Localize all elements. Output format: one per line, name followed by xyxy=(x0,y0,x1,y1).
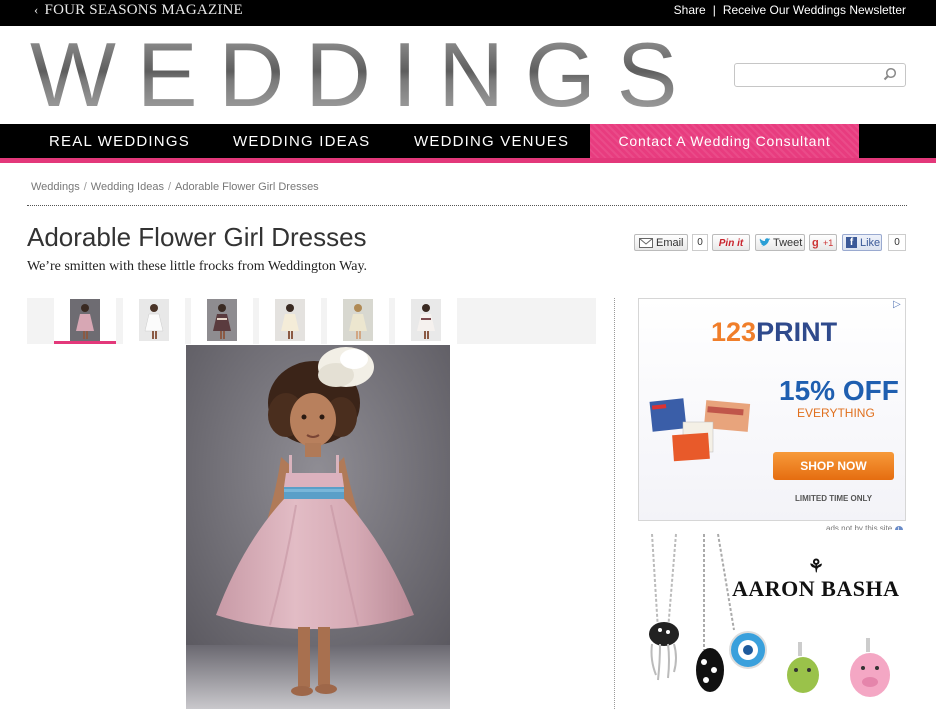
thumbnail-image xyxy=(207,299,237,341)
main-gallery-photo[interactable] xyxy=(186,345,450,709)
nav-real-weddings[interactable]: REAL WEDDINGS xyxy=(49,133,190,150)
google-icon: g xyxy=(812,237,819,249)
breadcrumb: Weddings / Wedding Ideas / Adorable Flower G… xyxy=(31,181,319,193)
google-plus-button[interactable]: g +1 xyxy=(809,234,837,251)
email-share-button[interactable]: Email xyxy=(634,234,688,251)
search-icon[interactable] xyxy=(883,67,897,81)
jewelry-charms-image: ⚘ xyxy=(649,533,890,697)
svg-text:⚘: ⚘ xyxy=(808,556,824,576)
ad-brand-suffix: PRINT xyxy=(756,317,838,347)
weddings-logo[interactable]: WEDDINGS xyxy=(30,30,699,122)
like-label: Like xyxy=(860,237,881,249)
ad-cards-image xyxy=(649,398,751,462)
facebook-icon: f xyxy=(846,237,857,248)
gplus-label: +1 xyxy=(823,238,834,248)
breadcrumb-current: Adorable Flower Girl Dresses xyxy=(175,181,319,193)
ad-brand: 123PRINT xyxy=(711,317,838,347)
top-links: Share | Receive Our Weddings Newsletter xyxy=(674,3,906,17)
page-title: Adorable Flower Girl Dresses xyxy=(27,222,367,252)
divider xyxy=(27,205,907,206)
thumbnail-2[interactable] xyxy=(123,298,185,344)
advertisement-123print[interactable]: 123PRINT 15% OFF EVERYTHING SHOP NOW LIM… xyxy=(638,298,906,521)
top-bar: ‹ FOUR SEASONS MAGAZINE Share | Receive Our… xyxy=(0,0,936,26)
thumbnail-1[interactable] xyxy=(54,298,116,344)
twitter-bird-icon xyxy=(759,238,771,247)
email-label: Email xyxy=(656,237,684,249)
shop-now-button[interactable]: SHOP NOW xyxy=(773,452,894,480)
newsletter-link[interactable]: Receive Our Weddings Newsletter xyxy=(723,3,906,17)
thumbnail-image xyxy=(70,299,100,341)
search-input[interactable] xyxy=(741,64,881,86)
contact-consultant-button[interactable]: Contact A Wedding Consultant xyxy=(590,124,859,158)
back-to-magazine-link[interactable]: ‹ FOUR SEASONS MAGAZINE xyxy=(34,2,243,19)
ad-offer-sub: EVERYTHING xyxy=(797,406,875,420)
back-label: FOUR SEASONS MAGAZINE xyxy=(44,2,243,18)
envelope-icon xyxy=(639,238,653,248)
thumbnail-image xyxy=(139,299,169,341)
gallery-thumbnails xyxy=(27,298,596,344)
divider: | xyxy=(712,3,716,17)
chevron-left-icon: ‹ xyxy=(34,2,39,17)
adchoices-icon[interactable]: ▷ xyxy=(893,299,901,310)
flower-girl-dress-image xyxy=(186,345,450,709)
like-count: 0 xyxy=(888,234,906,251)
breadcrumb-weddings[interactable]: Weddings xyxy=(31,181,80,193)
thumbnail-3[interactable] xyxy=(191,298,253,344)
tweet-label: Tweet xyxy=(773,237,803,249)
ad-offer: 15% OFF xyxy=(779,375,899,406)
advertisement-aaron-basha[interactable]: ⚘ AARON BASHA xyxy=(638,530,906,709)
thumbnail-4[interactable] xyxy=(259,298,321,344)
aaron-basha-logo: AARON BASHA xyxy=(732,576,900,601)
tweet-button[interactable]: Tweet xyxy=(755,234,805,251)
search-box[interactable] xyxy=(734,63,906,87)
pinterest-button[interactable]: Pin it xyxy=(712,234,750,251)
facebook-like-button[interactable]: f Like xyxy=(842,234,882,251)
thumbnail-image xyxy=(343,299,373,341)
page-subtitle: We’re smitten with these little frocks f… xyxy=(27,259,368,274)
main-nav: REAL WEDDINGS WEDDING IDEAS WEDDING VENU… xyxy=(0,124,936,163)
share-link[interactable]: Share xyxy=(674,3,706,17)
thumbnail-6[interactable] xyxy=(395,298,457,344)
column-divider xyxy=(614,298,615,709)
email-count: 0 xyxy=(692,234,708,251)
breadcrumb-wedding-ideas[interactable]: Wedding Ideas xyxy=(91,181,164,193)
nav-wedding-venues[interactable]: WEDDING VENUES xyxy=(414,133,569,150)
thumbnail-5[interactable] xyxy=(327,298,389,344)
ad-fine-print: LIMITED TIME ONLY xyxy=(795,494,873,503)
nav-wedding-ideas[interactable]: WEDDING IDEAS xyxy=(233,133,370,150)
thumbnail-image xyxy=(411,299,441,341)
thumbnail-image xyxy=(275,299,305,341)
